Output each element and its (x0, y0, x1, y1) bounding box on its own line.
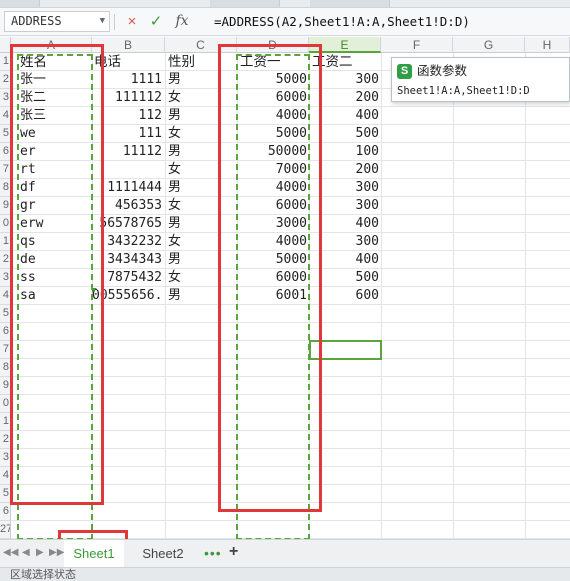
status-bar: 区域选择状态 (0, 567, 570, 581)
annotation-box-column-d (218, 44, 322, 512)
chevron-down-icon[interactable]: ▼ (100, 12, 105, 31)
function-args-tooltip[interactable]: S 函数参数 Sheet1!A:A,Sheet1!D:D (391, 57, 570, 102)
insert-function-icon[interactable]: fx (172, 11, 192, 32)
separator (114, 14, 115, 30)
table-cell[interactable]: 男 (168, 215, 181, 233)
formula-bar: ADDRESS ▼ × ✓ fx =ADDRESS(A2,Sheet1!A:A,… (0, 8, 570, 36)
ribbon-tab-stub[interactable] (310, 0, 390, 7)
confirm-formula-icon[interactable]: ✓ (146, 11, 166, 32)
table-cell[interactable]: 男 (168, 143, 181, 161)
annotation-box-column-a (10, 44, 104, 505)
table-cell[interactable]: 女 (168, 197, 181, 215)
grid-line (381, 53, 382, 539)
more-sheets-icon[interactable]: ••• (204, 545, 222, 561)
status-text: 区域选择状态 (10, 569, 76, 581)
header-cell-gender[interactable]: 性别 (168, 53, 195, 71)
table-cell[interactable]: 女 (168, 125, 181, 143)
tooltip-title: 函数参数 (417, 64, 468, 78)
formula-input[interactable]: =ADDRESS(A2,Sheet1!A:A,Sheet1!D:D) (214, 11, 470, 32)
wps-sheet-icon: S (397, 64, 412, 80)
column-header-f[interactable]: F (381, 37, 453, 53)
last-sheet-icon[interactable]: ▶▶ (49, 547, 64, 558)
row-header[interactable]: 27 (0, 521, 11, 539)
table-cell[interactable]: 女 (168, 269, 181, 287)
ribbon-tab-stub[interactable] (0, 0, 40, 7)
name-box[interactable]: ADDRESS ▼ (4, 11, 110, 32)
table-cell[interactable]: 男 (168, 107, 181, 125)
table-cell[interactable]: 女 (168, 233, 181, 251)
tab-sheet1[interactable]: Sheet1 (64, 540, 124, 567)
tooltip-argument-hint: Sheet1!A:A,Sheet1!D:D (397, 85, 530, 97)
next-sheet-icon[interactable]: ▶ (36, 547, 44, 558)
add-sheet-icon[interactable]: + (229, 543, 238, 561)
table-cell[interactable]: 女 (168, 89, 181, 107)
column-header-g[interactable]: G (453, 37, 525, 53)
table-cell[interactable]: 男 (168, 179, 181, 197)
table-cell[interactable]: 女 (168, 161, 181, 179)
row-header[interactable]: 6 (0, 503, 11, 521)
ribbon-strip (0, 0, 570, 8)
prev-sheet-icon[interactable]: ◀ (22, 547, 30, 558)
name-box-value: ADDRESS (11, 14, 62, 28)
grid-line (453, 53, 454, 539)
grid-line (525, 53, 526, 539)
cancel-formula-icon[interactable]: × (122, 11, 142, 32)
table-cell[interactable]: 男 (168, 251, 181, 269)
ribbon-tab-stub[interactable] (210, 0, 280, 7)
grid-line (165, 53, 166, 539)
tooltip-header: S 函数参数 (397, 62, 467, 80)
sheet-tab-bar: ◀◀ ◀ ▶ ▶▶ Sheet1 Sheet2 ••• + (0, 539, 570, 567)
table-cell[interactable]: 男 (168, 287, 181, 305)
table-cell[interactable]: 男 (168, 71, 181, 89)
first-sheet-icon[interactable]: ◀◀ (3, 547, 18, 558)
tab-sheet2[interactable]: Sheet2 (134, 540, 192, 567)
column-header-h[interactable]: H (525, 37, 570, 53)
